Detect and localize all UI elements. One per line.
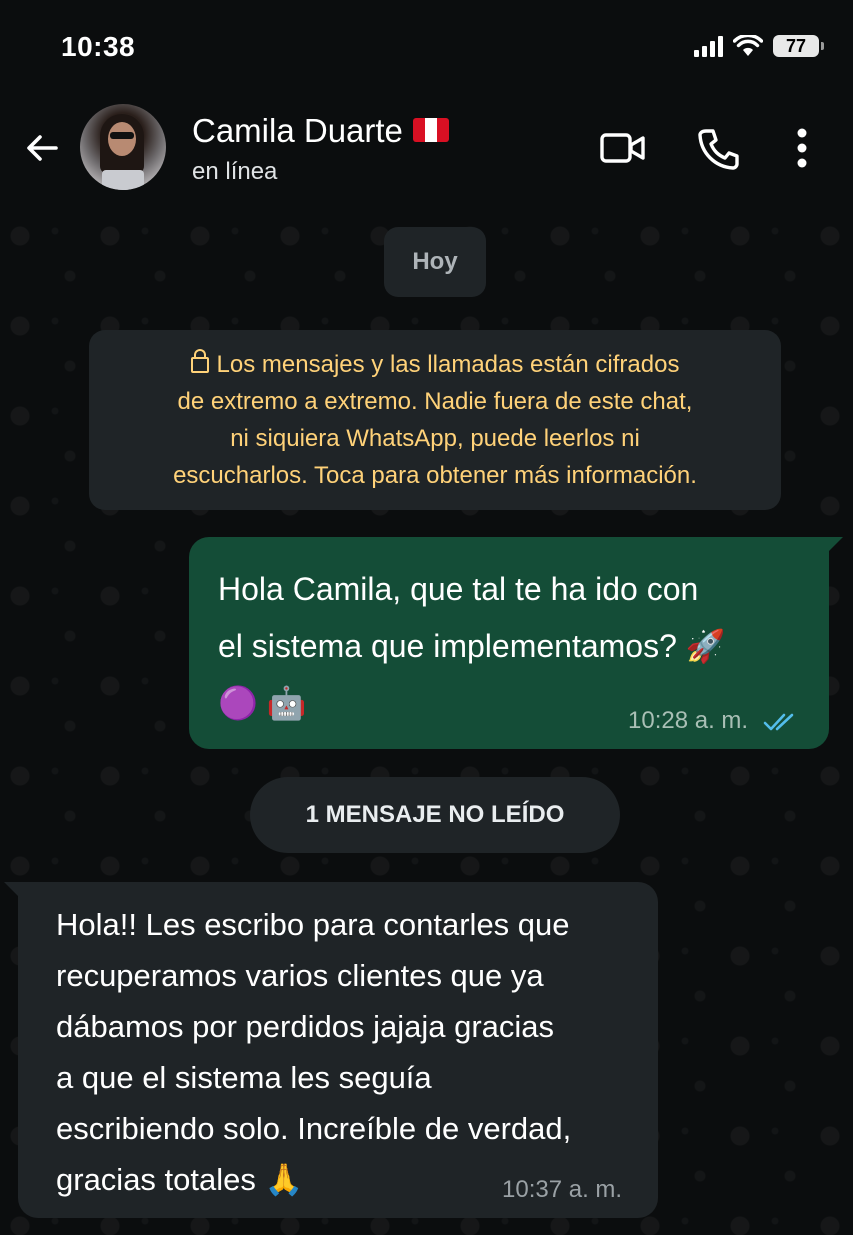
back-arrow-icon[interactable] (22, 128, 62, 168)
more-vert-icon[interactable] (796, 128, 808, 168)
encryption-notice-line: ni siquiera WhatsApp, puede leerlos ni (230, 425, 640, 452)
peru-flag-icon (412, 118, 449, 143)
cellular-signal-icon (694, 35, 723, 57)
avatar[interactable] (80, 104, 166, 190)
date-divider: Hoy (384, 227, 486, 297)
encryption-notice-line: Los mensajes y las llamadas están cifrad… (89, 346, 781, 383)
message-meta: 10:28 a. m. (628, 707, 799, 735)
incoming-message-bubble[interactable]: Hola!! Les escribo para contarles que re… (4, 882, 658, 1218)
read-receipt-icon (763, 713, 794, 730)
status-bar: 10:38 77 (0, 0, 853, 98)
presence-status: en línea (192, 158, 278, 185)
lock-icon (190, 349, 209, 373)
message-time: 10:37 a. m. (502, 1176, 623, 1203)
encryption-notice[interactable]: Los mensajes y las llamadas están cifrad… (89, 330, 781, 510)
status-time: 10:38 (61, 31, 136, 62)
wifi-icon (733, 35, 763, 56)
encryption-notice-line: escucharlos. Toca para obtener más infor… (173, 462, 697, 489)
message-text: Hola!! Les escribo para contarles que re… (56, 907, 572, 1197)
chat-header: Camila Duarte en línea (0, 98, 853, 216)
battery-icon: 77 (773, 35, 824, 57)
video-call-icon[interactable] (600, 132, 646, 164)
message-time: 10:28 a. m. (628, 707, 749, 734)
status-icons: 77 (694, 35, 824, 57)
encryption-notice-line: de extremo a extremo. Nadie fuera de est… (177, 388, 693, 415)
outgoing-message-bubble[interactable]: Hola Camila, que tal te ha ido con el si… (189, 537, 843, 749)
unread-messages-divider: 1 MENSAJE NO LEÍDO (250, 777, 620, 853)
phone-icon[interactable] (697, 128, 739, 170)
contact-name[interactable]: Camila Duarte (192, 112, 449, 150)
